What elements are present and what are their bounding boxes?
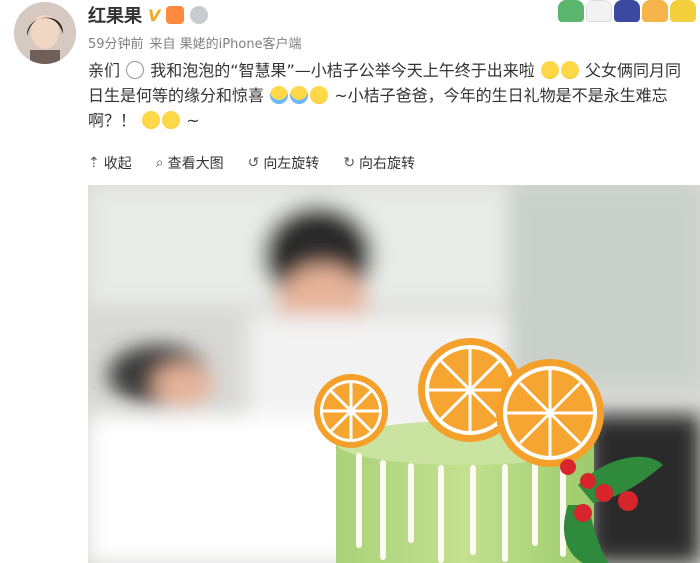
money-emoji-icon [126, 61, 145, 79]
username[interactable]: 红果果 [88, 2, 142, 28]
post-text: 亲们 我和泡泡的“智慧果”—小桔子公举今天上午终于出来啦 父女俩同月同日生是何等… [88, 58, 694, 133]
rotate-right-button[interactable]: ↻ 向右旋转 [343, 153, 415, 173]
sticker-icon [586, 0, 612, 22]
cry-emoji-icon [270, 86, 289, 104]
wink-emoji-icon [162, 111, 181, 129]
laugh-emoji-icon [560, 61, 579, 79]
collapse-label: 收起 [103, 156, 132, 172]
sticker-icon [558, 0, 584, 22]
member-badge-icon[interactable] [166, 6, 185, 24]
post-text-part: ~ [186, 111, 200, 130]
sticker-icon [614, 0, 640, 22]
rotate-left-icon: ↺ [247, 155, 260, 171]
view-large-button[interactable]: ⌕ 查看大图 [156, 153, 224, 173]
search-icon: ⌕ [155, 155, 164, 171]
image-toolbar: ⇡ 收起 ⌕ 查看大图 ↺ 向左旋转 ↻ 向右旋转 [88, 152, 415, 174]
view-large-label: 查看大图 [167, 156, 224, 172]
grin-emoji-icon [310, 86, 329, 104]
cry-emoji-icon [290, 86, 309, 104]
decoration-stickers [558, 0, 696, 22]
collapse-button[interactable]: ⇡ 收起 [88, 153, 132, 173]
post-source[interactable]: 来自 果姥的iPhone客户端 [150, 33, 302, 52]
medal-badge-icon[interactable] [190, 6, 209, 24]
post-photo[interactable] [88, 185, 700, 563]
rotate-right-label: 向右旋转 [359, 156, 416, 172]
post-time[interactable]: 59分钟前 [88, 33, 144, 52]
user-name-row: 红果果 V [88, 2, 209, 28]
rotate-left-button[interactable]: ↺ 向左旋转 [248, 153, 320, 173]
collapse-up-icon: ⇡ [88, 155, 100, 171]
sticker-icon [642, 0, 668, 22]
rotate-left-label: 向左旋转 [263, 156, 320, 172]
laugh-emoji-icon [540, 61, 559, 79]
sticker-icon [670, 0, 696, 22]
grin-emoji-icon [142, 111, 161, 129]
post-meta: 59分钟前 来自 果姥的iPhone客户端 [88, 33, 302, 52]
post-text-part: 亲们 [88, 61, 121, 80]
user-avatar[interactable] [14, 2, 76, 64]
post-text-part: 我和泡泡的“智慧果”—小桔子公举今天上午终于出来啦 [150, 61, 535, 80]
rotate-right-icon: ↻ [343, 155, 356, 171]
verified-icon: V [148, 5, 161, 25]
